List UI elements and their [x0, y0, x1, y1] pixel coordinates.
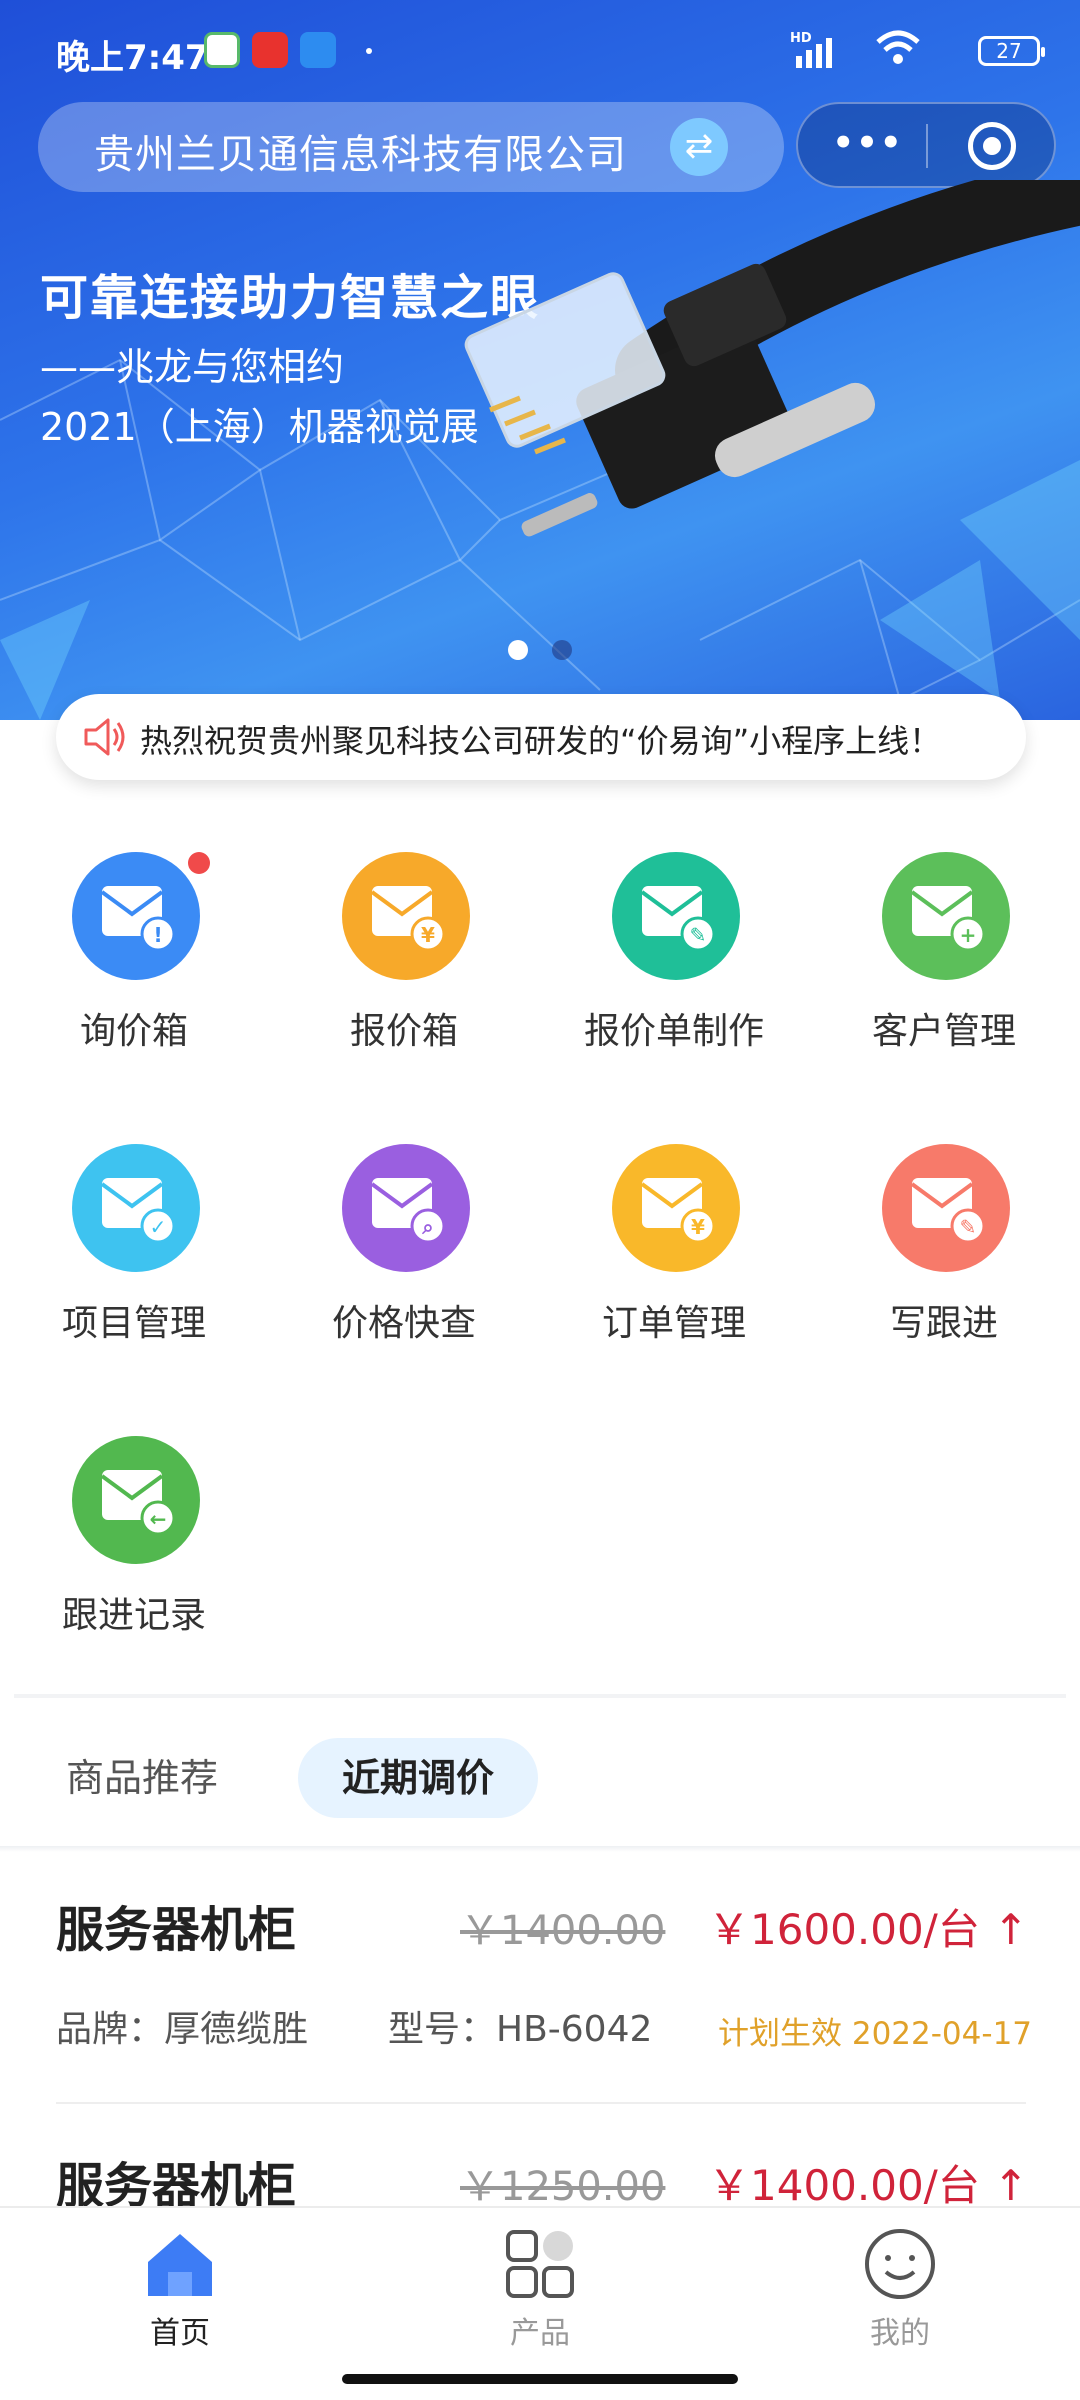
product-brand: 品牌：厚德缆胜 — [56, 2009, 309, 2050]
old-price: ￥1250.00 — [460, 2164, 666, 2206]
svg-text:!: ! — [153, 923, 162, 947]
menu-label: 询价箱 — [79, 1011, 188, 1052]
quote-box-icon: ¥ — [342, 852, 470, 980]
menu-item-inquiry-box[interactable]: ! 询价箱 — [34, 852, 234, 1082]
miniprogram-capsule: ••• — [796, 102, 1056, 188]
notification-badge — [188, 852, 210, 874]
tab-product-recommend[interactable]: 商品推荐 — [66, 1738, 218, 1818]
menu-label: 报价箱 — [349, 1011, 458, 1052]
svg-text:⌕: ⌕ — [421, 1215, 433, 1239]
svg-text:✓: ✓ — [150, 1215, 167, 1239]
menu-item-order[interactable]: ¥ 订单管理 — [574, 1144, 774, 1374]
product-item[interactable]: 服务器机柜 ￥1400.00 ￥1600.00/台 ↑ 品牌：厚德缆胜 型号：H… — [56, 1890, 1032, 2104]
customer-icon: + — [882, 852, 1010, 980]
effective-date: 计划生效 2022-04-17 — [718, 2016, 1033, 2052]
menu-item-quote-make[interactable]: ✎ 报价单制作 — [574, 852, 774, 1082]
menu-item-follow-record[interactable]: ← 跟进记录 — [34, 1436, 234, 1666]
swap-icon[interactable]: ⇄ — [670, 118, 728, 176]
banner-event: 2021（上海）机器视觉展 — [40, 405, 479, 449]
menu-label: 订单管理 — [601, 1303, 746, 1344]
menu-label: 价格快查 — [331, 1303, 476, 1344]
signal-icon: HD — [790, 31, 832, 68]
item-separator — [56, 2102, 1026, 2104]
more-notifications-dot — [366, 48, 372, 54]
banner-carousel[interactable]: 晚上7:47 HD 27 贵州兰贝通信息科技有限公司 ⇄ ••• 可靠连接助力智… — [0, 0, 1080, 720]
nav-label: 产品 — [510, 2316, 570, 2351]
price-search-icon: ⌕ — [342, 1144, 470, 1272]
menu-label: 跟进记录 — [61, 1595, 206, 1636]
new-price: ￥1400.00/台 ↑ — [708, 2161, 1026, 2206]
quote-make-icon: ✎ — [612, 852, 740, 980]
bottom-tab-bar: 首页 产品 我的 — [0, 2206, 1080, 2400]
order-icon: ¥ — [612, 1144, 740, 1272]
banner-subline: ——兆龙与您相约 — [40, 345, 345, 389]
menu-item-customer[interactable]: + 客户管理 — [844, 852, 1044, 1082]
ethernet-cable-image — [464, 180, 1080, 537]
carousel-dot[interactable] — [552, 640, 572, 660]
old-price: ￥1400.00 — [460, 1908, 666, 1954]
announcement-bar[interactable]: 热烈祝贺贵州聚见科技公司研发的“价易询”小程序上线！ — [56, 694, 1026, 780]
app-notification-icon — [252, 32, 288, 68]
company-switcher[interactable]: 贵州兰贝通信息科技有限公司 ⇄ — [38, 102, 784, 192]
wechat-pay-icon — [204, 32, 240, 68]
menu-label: 写跟进 — [889, 1303, 998, 1344]
speaker-icon — [84, 718, 125, 756]
svg-text:+: + — [960, 923, 977, 947]
product-name: 服务器机柜 — [56, 1902, 297, 1958]
menu-item-quote-box[interactable]: ¥ 报价箱 — [304, 852, 504, 1082]
home-icon — [148, 2234, 212, 2296]
menu-label: 客户管理 — [871, 1011, 1016, 1052]
svg-text:←: ← — [150, 1507, 167, 1531]
feishu-icon — [300, 32, 336, 68]
product-item[interactable]: 服务器机柜 ￥1250.00 ￥1400.00/台 ↑ — [56, 2146, 1026, 2206]
battery-icon: 27 — [978, 36, 1045, 66]
menu-item-price-search[interactable]: ⌕ 价格快查 — [304, 1144, 504, 1374]
svg-text:✎: ✎ — [960, 1215, 977, 1239]
nav-profile[interactable]: 我的 — [800, 2226, 1000, 2351]
section-divider — [14, 1694, 1066, 1698]
nav-label: 我的 — [870, 2316, 930, 2351]
inquiry-box-icon: ! — [72, 852, 200, 980]
menu-item-project[interactable]: ✓ 项目管理 — [34, 1144, 234, 1374]
carousel-dot-active[interactable] — [508, 640, 528, 660]
tab-recent-price-adjust[interactable]: 近期调价 — [298, 1738, 538, 1818]
new-price: ￥1600.00/台 ↑ — [708, 1905, 1029, 1954]
follow-write-icon: ✎ — [882, 1144, 1010, 1272]
announcement-text: 热烈祝贺贵州聚见科技公司研发的“价易询”小程序上线！ — [140, 722, 942, 760]
status-bar: 晚上7:47 HD 27 — [0, 0, 1080, 100]
profile-icon — [865, 2229, 935, 2299]
svg-text:¥: ¥ — [421, 923, 435, 947]
follow-record-icon: ← — [72, 1436, 200, 1564]
nav-products[interactable]: 产品 — [440, 2226, 640, 2351]
menu-label: 项目管理 — [61, 1303, 206, 1344]
menu-item-follow-write[interactable]: ✎ 写跟进 — [844, 1144, 1044, 1374]
wifi-icon — [876, 30, 920, 64]
svg-text:¥: ¥ — [691, 1215, 705, 1239]
target-icon[interactable] — [968, 122, 1016, 170]
product-model: 型号：HB-6042 — [388, 2009, 653, 2050]
nav-label: 首页 — [150, 2316, 210, 2351]
svg-text:✎: ✎ — [690, 923, 707, 947]
home-indicator[interactable] — [342, 2374, 738, 2384]
more-dots-icon[interactable]: ••• — [828, 118, 908, 172]
capsule-divider — [926, 124, 928, 168]
nav-home[interactable]: 首页 — [80, 2226, 280, 2351]
status-time: 晚上7:47 — [56, 38, 209, 78]
products-icon — [506, 2230, 574, 2298]
company-name: 贵州兰贝通信息科技有限公司 — [94, 132, 627, 178]
tab-bar-shadow — [0, 1846, 1080, 1852]
menu-label: 报价单制作 — [583, 1011, 764, 1052]
project-icon: ✓ — [72, 1144, 200, 1272]
svg-text:HD: HD — [790, 31, 812, 46]
product-name: 服务器机柜 — [56, 2158, 297, 2206]
